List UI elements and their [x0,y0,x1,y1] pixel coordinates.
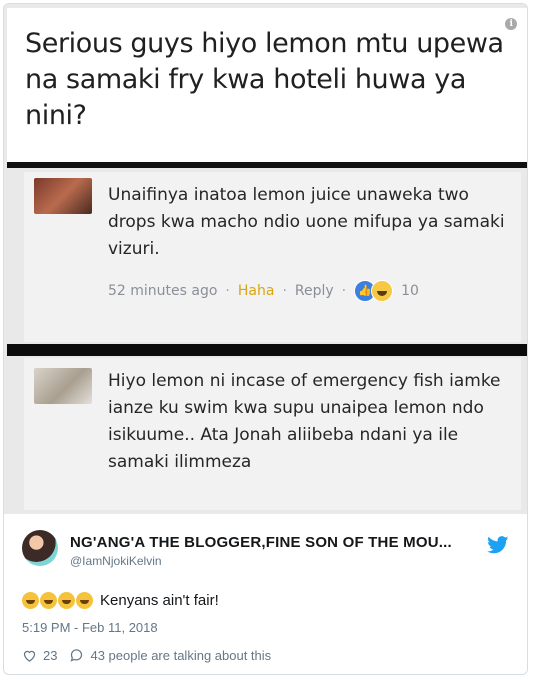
comment-time: 52 minutes ago [108,283,218,299]
user-handle[interactable]: @IamNjokiKelvin [70,554,162,568]
comment-avatar [34,368,92,404]
meta-separator: · [282,283,287,299]
info-icon: i [505,18,517,30]
reply-link: Reply [294,283,334,299]
tweet-body: Kenyans ain't fair! [100,592,219,609]
tweet-footer: NG'ANG'A THE BLOGGER,FINE SON OF THE MOU… [4,514,527,674]
tweet-actions: 23 43 people are talking about this [22,648,271,663]
reaction-summary: 👍 [354,280,394,302]
haha-reaction-link: Haha [237,283,275,299]
rofl-emoji-icon [22,592,39,609]
rofl-emoji-icon [40,592,57,609]
black-divider [7,344,527,356]
meta-separator: · [225,283,230,299]
watermark [441,462,511,496]
rofl-emoji-icon [58,592,75,609]
comment-bubble-icon[interactable] [69,648,84,663]
haha-reaction-icon [371,280,394,302]
comment-avatar [34,178,92,214]
comment-2: Hiyo lemon ni incase of emergency fish i… [24,358,521,510]
comment-text: Hiyo lemon ni incase of emergency fish i… [108,371,501,472]
embedded-tweet-card: Serious guys hiyo lemon mtu upewa na sam… [3,3,528,675]
comment-meta: 52 minutes ago · Haha · Reply · 👍 10 [108,280,419,302]
question-text: Serious guys hiyo lemon mtu upewa na sam… [25,28,504,131]
meta-separator: · [341,283,347,299]
heart-icon[interactable] [22,648,37,663]
reaction-count: 10 [401,283,419,299]
twitter-bird-icon[interactable] [487,536,509,554]
display-name[interactable]: NG'ANG'A THE BLOGGER,FINE SON OF THE MOU… [70,534,452,551]
avatar[interactable] [22,530,58,566]
talking-about-link[interactable]: 43 people are talking about this [90,648,271,663]
comment-text: Unaifinya inatoa lemon juice unaweka two… [108,185,505,259]
tweet-text: Kenyans ain't fair! [22,592,219,609]
rofl-emoji-icon [76,592,93,609]
tweet-media-image[interactable]: Serious guys hiyo lemon mtu upewa na sam… [4,4,527,514]
like-count[interactable]: 23 [43,648,57,663]
comment-1: Unaifinya inatoa lemon juice unaweka two… [24,172,521,342]
question-post: Serious guys hiyo lemon mtu upewa na sam… [7,8,527,168]
tweet-timestamp[interactable]: 5:19 PM - Feb 11, 2018 [22,620,158,635]
